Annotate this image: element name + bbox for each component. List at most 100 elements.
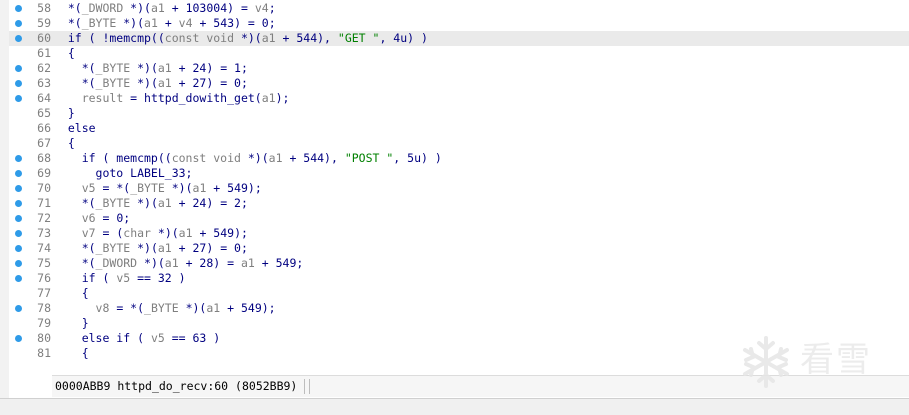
code-line[interactable]: 75 *(_DWORD *)(a1 + 28) = a1 + 549; [9,256,909,271]
code-token: , 5u) ) [393,151,442,165]
code-text: { [54,286,89,301]
left-gutter-strip [0,0,9,398]
code-line[interactable]: 64 result = httpd_dowith_get(a1); [9,91,909,106]
code-token: a1 [157,76,172,90]
breakpoint-dot-icon[interactable] [15,335,22,342]
code-line[interactable]: 68 if ( memcmp((const void *)(a1 + 544),… [9,151,909,166]
code-token: _DWORD [81,1,124,15]
pseudocode-view[interactable]: 58 *(_DWORD *)(a1 + 103004) = v4; 59 *(_B… [9,0,909,375]
code-token: v5 [81,181,96,195]
code-line[interactable]: 62 *(_BYTE *)(a1 + 24) = 1; [9,61,909,76]
breakpoint-dot-icon[interactable] [15,245,22,252]
code-token: *( [54,61,96,75]
code-token: + 549); [192,226,248,240]
code-line[interactable]: 78 v8 = *(_BYTE *)(a1 + 549); [9,301,909,316]
code-line[interactable]: 69 goto LABEL_33; [9,166,909,181]
code-token: a1 [240,256,255,270]
breakpoint-dot-icon[interactable] [15,155,22,162]
code-token: = *( [95,181,131,195]
code-token: a1 [157,61,172,75]
code-text: { [54,136,75,151]
code-token: _BYTE [81,16,117,30]
code-token: *)( [234,31,262,45]
breakpoint-dot-icon[interactable] [15,215,22,222]
snowflake-logo-icon [743,336,789,388]
code-line[interactable]: 65 } [9,106,909,121]
breakpoint-dot-icon[interactable] [15,230,22,237]
code-token: v7 [81,226,96,240]
code-token: *)( [240,151,269,165]
code-token: v6 [81,211,96,225]
code-token: + 24) = 2; [171,196,248,210]
code-line[interactable]: 73 v7 = (char *)(a1 + 549); [9,226,909,241]
code-token: } [54,106,75,120]
code-line[interactable]: 79 } [9,316,909,331]
code-line[interactable]: 74 *(_BYTE *)(a1 + 27) = 0; [9,241,909,256]
code-text: v6 = 0; [54,211,130,226]
bottom-panel-bar [0,398,909,415]
breakpoint-dot-icon[interactable] [15,5,22,12]
code-line[interactable]: 70 v5 = *(_BYTE *)(a1 + 549); [9,181,909,196]
code-line[interactable]: 77 { [9,286,909,301]
code-token: *)( [130,61,158,75]
code-text: *(_DWORD *)(a1 + 28) = a1 + 549; [54,256,304,271]
line-number: 66 [37,121,51,135]
line-number: 79 [37,316,51,330]
breakpoint-dot-icon[interactable] [15,35,22,42]
breakpoint-dot-icon[interactable] [15,20,22,27]
code-token: a1 [268,151,283,165]
code-line[interactable]: 71 *(_BYTE *)(a1 + 24) = 2; [9,196,909,211]
code-token: , 4u) ) [379,31,428,45]
watermark-text: 看雪 [800,340,872,380]
code-text: v7 = (char *)(a1 + 549); [54,226,248,241]
line-number: 70 [37,181,51,195]
breakpoint-dot-icon[interactable] [15,260,22,267]
code-line[interactable]: 61 { [9,46,909,61]
code-token: result [81,91,124,105]
code-token: + 24) = 1; [171,61,248,75]
code-line[interactable]: 63 *(_BYTE *)(a1 + 27) = 0; [9,76,909,91]
line-number: 75 [37,256,51,270]
code-token: const void [164,31,235,45]
code-text: result = httpd_dowith_get(a1); [54,91,290,106]
code-token: *)( [123,1,151,15]
code-text: *(_DWORD *)(a1 + 103004) = v4; [54,1,276,16]
breakpoint-dot-icon[interactable] [15,95,22,102]
breakpoint-dot-icon[interactable] [15,185,22,192]
code-token: a1 [157,241,172,255]
code-token: ; [268,1,276,15]
code-token: *)( [116,16,145,30]
code-line[interactable]: 60 if ( !memcmp((const void *)(a1 + 544)… [9,31,909,46]
code-token: { [54,286,89,300]
breakpoint-dot-icon[interactable] [15,275,22,282]
code-token: *)( [130,241,158,255]
breakpoint-dot-icon[interactable] [15,170,22,177]
code-token: + [157,16,179,30]
code-text: } [54,106,75,121]
code-token: v5 [116,271,131,285]
code-text: *(_BYTE *)(a1 + 24) = 1; [54,61,248,76]
breakpoint-dot-icon[interactable] [15,305,22,312]
breakpoint-dot-icon[interactable] [15,65,22,72]
breakpoint-dot-icon[interactable] [15,80,22,87]
breakpoint-dot-icon[interactable] [15,200,22,207]
code-token: a1 [206,301,221,315]
code-line[interactable]: 76 if ( v5 == 32 ) [9,271,909,286]
code-token: = 0; [95,211,131,225]
line-number: 80 [37,331,51,345]
code-token: + 103004) = [164,1,255,15]
code-token: *( [54,241,96,255]
code-line[interactable]: 72 v6 = 0; [9,211,909,226]
code-token: = *( [109,301,145,315]
code-line[interactable]: 58 *(_DWORD *)(a1 + 103004) = v4; [9,1,909,16]
code-line[interactable]: 66 else [9,121,909,136]
code-line[interactable]: 67 { [9,136,909,151]
code-token: + 28) = [178,256,241,270]
code-token: const void [171,151,241,165]
code-token: *( [54,16,82,30]
code-token: + 549); [206,181,262,195]
code-line[interactable]: 59 *(_BYTE *)(a1 + v4 + 543) = 0; [9,16,909,31]
